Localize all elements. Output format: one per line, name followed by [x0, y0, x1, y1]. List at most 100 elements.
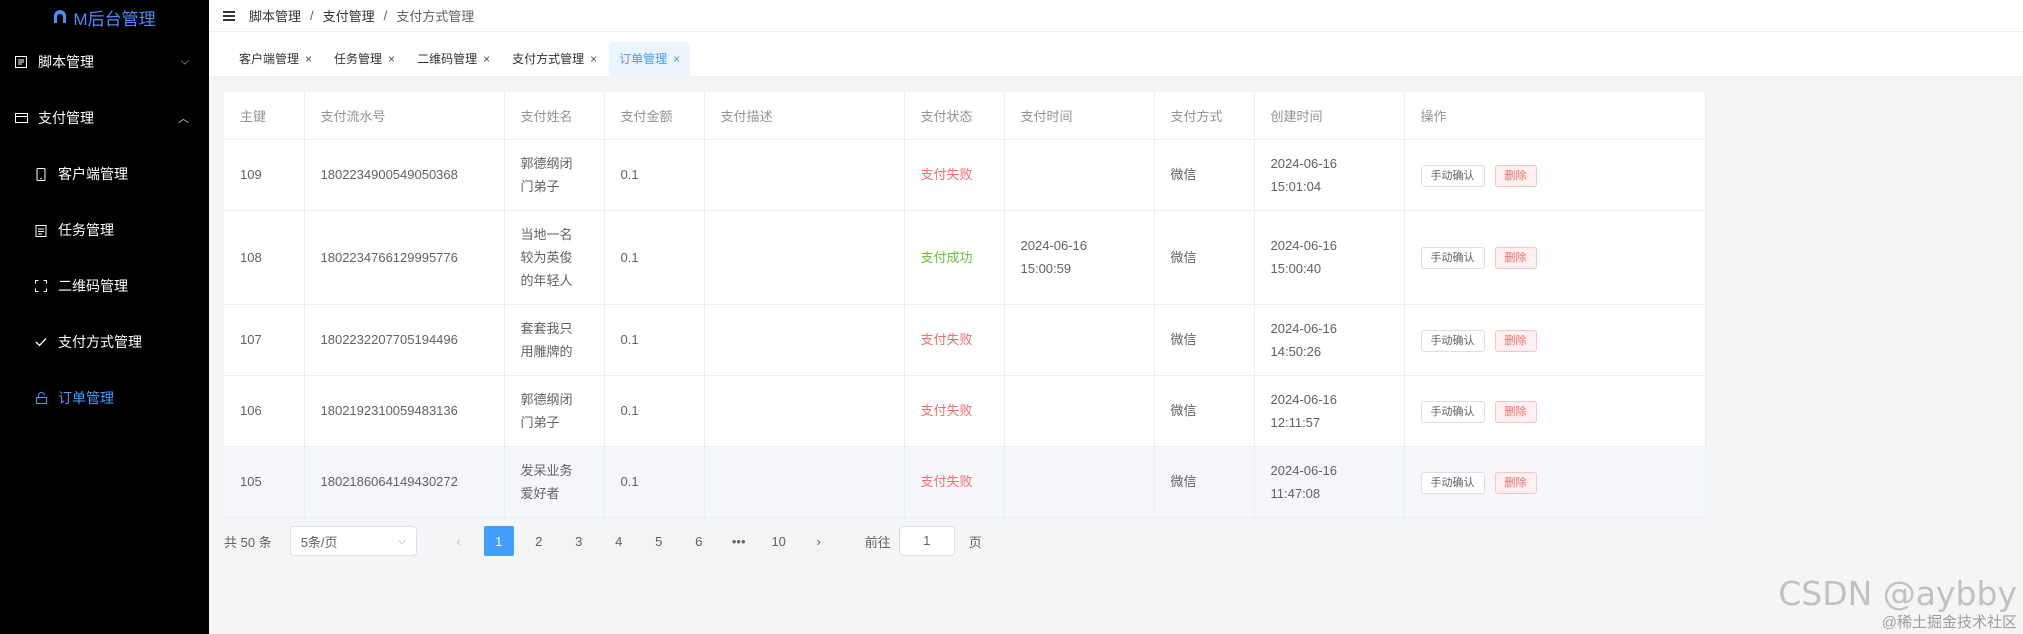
- delete-button[interactable]: 删除: [1494, 329, 1537, 352]
- tab-qrcode[interactable]: 二维码管理 ×: [407, 42, 500, 76]
- check-icon: [34, 335, 48, 349]
- cell-time: 15:01:04: [1270, 178, 1322, 194]
- confirm-button[interactable]: 手动确认: [1420, 247, 1485, 269]
- sidebar-item-qrcode[interactable]: 二维码管理: [0, 258, 209, 314]
- column-header: 支付姓名: [504, 92, 605, 140]
- page-button[interactable]: 6: [683, 526, 714, 556]
- cell-pay-time: 2024-06-16 15:00:59: [1004, 210, 1155, 305]
- page-button[interactable]: 3: [563, 526, 594, 556]
- more-pages-button[interactable]: •••: [723, 526, 754, 556]
- breadcrumb-separator: /: [383, 8, 388, 23]
- cell-actions: 手动确认 删除: [1404, 304, 1706, 376]
- cell-created: 2024-06-16 12:11:57: [1254, 375, 1405, 447]
- sidebar-item-payment-method[interactable]: 支付方式管理: [0, 314, 209, 370]
- cell-amount: 0.1: [604, 139, 705, 211]
- page-button[interactable]: 2: [523, 526, 554, 556]
- cell-amount: 0.1: [604, 210, 705, 305]
- close-icon[interactable]: ×: [483, 52, 490, 66]
- breadcrumb-item[interactable]: 脚本管理: [249, 6, 301, 25]
- page-size-select[interactable]: 5条/页 ⌵: [289, 526, 417, 556]
- table-row: 108 1802234766129995776 当地一名 较为英俊 的年轻人 0.1…: [224, 210, 1706, 305]
- cell-serial: 1802234900549050368: [304, 139, 505, 211]
- script-icon: [14, 55, 28, 69]
- column-header: 支付状态: [904, 92, 1005, 140]
- lock-icon: [34, 391, 48, 405]
- column-header: 支付方式: [1154, 92, 1255, 140]
- cell-serial: 1802186064149430272: [304, 446, 505, 518]
- cell-pay-time: [1004, 446, 1155, 518]
- cell-time: 12:11:57: [1270, 414, 1321, 430]
- page-button[interactable]: 1: [483, 526, 514, 556]
- cell-time: 15:00:59: [1020, 261, 1072, 276]
- column-header: 支付流水号: [304, 92, 505, 140]
- cell-desc: [704, 210, 905, 305]
- close-icon[interactable]: ×: [305, 52, 312, 66]
- delete-button[interactable]: 删除: [1494, 400, 1537, 423]
- page-button[interactable]: 4: [603, 526, 634, 556]
- table-row: 109 1802234900549050368 郭德纲闭 门弟子 0.1 支付失败…: [224, 139, 1706, 211]
- confirm-button[interactable]: 手动确认: [1420, 164, 1485, 187]
- cell-pay-time: [1004, 304, 1155, 376]
- sidebar-item-label: 二维码管理: [58, 278, 128, 294]
- cell-actions: 手动确认 删除: [1404, 139, 1706, 211]
- prev-page-button[interactable]: ‹: [443, 526, 474, 556]
- column-header: 创建时间: [1254, 92, 1405, 140]
- sidebar-item-client[interactable]: 客户端管理: [0, 146, 209, 202]
- cell-time: 14:50:26: [1270, 343, 1322, 359]
- cell-desc: [704, 304, 905, 376]
- tab-bar: 客户端管理 × 任务管理 × 二维码管理 × 支付方式管理 × 订单管理 ×: [209, 41, 2023, 77]
- cell-time: 15:00:40: [1270, 261, 1322, 276]
- sidebar-item-label: 订单管理: [58, 390, 114, 406]
- tab-orders[interactable]: 订单管理 ×: [609, 41, 691, 76]
- cell-serial: 1802192310059483136: [304, 375, 505, 447]
- close-icon[interactable]: ×: [673, 52, 680, 66]
- delete-button[interactable]: 删除: [1494, 164, 1537, 187]
- tab-client[interactable]: 客户端管理 ×: [229, 42, 322, 76]
- app-logo[interactable]: M后台管理: [0, 0, 209, 34]
- next-page-button[interactable]: ›: [803, 526, 834, 556]
- cell-name: 发呆业务 爱好者: [504, 446, 605, 518]
- cell-date: 2024-06-16: [1020, 238, 1088, 253]
- cell-desc: [704, 446, 905, 518]
- top-header: 脚本管理 / 支付管理 / 支付方式管理: [209, 0, 2023, 32]
- phone-icon: [34, 167, 48, 181]
- cell-created: 2024-06-16 11:47:08: [1254, 446, 1405, 518]
- sidebar-item-label: 任务管理: [58, 222, 114, 238]
- sidebar-item-task[interactable]: 任务管理: [0, 202, 209, 258]
- cell-date: 2024-06-16: [1270, 462, 1338, 478]
- column-header: 支付描述: [704, 92, 905, 140]
- chevron-down-icon: ⌵: [398, 535, 406, 547]
- sidebar-item-orders[interactable]: 订单管理: [0, 370, 209, 426]
- menu-toggle-icon[interactable]: [223, 10, 235, 21]
- confirm-button[interactable]: 手动确认: [1420, 471, 1485, 494]
- delete-button[interactable]: 删除: [1494, 471, 1537, 494]
- table-row: 107 1802232207705194496 套套我只 用雕牌的 0.1 支付失…: [224, 304, 1706, 376]
- close-icon[interactable]: ×: [388, 52, 395, 66]
- close-icon[interactable]: ×: [590, 52, 597, 66]
- cell-name-line: 郭德纲闭: [520, 155, 573, 171]
- goto-page-input[interactable]: 1: [898, 526, 955, 556]
- cell-name-line: 郭德纲闭: [520, 391, 573, 407]
- confirm-button[interactable]: 手动确认: [1420, 400, 1485, 423]
- page-button[interactable]: 5: [643, 526, 674, 556]
- column-header: 主键: [224, 92, 305, 140]
- cell-name-line: 发呆业务: [520, 462, 573, 478]
- page-button[interactable]: 10: [763, 526, 794, 556]
- breadcrumb-item[interactable]: 支付管理: [323, 6, 375, 25]
- cell-amount: 0.1: [604, 446, 705, 518]
- tab-payment-method[interactable]: 支付方式管理 ×: [502, 42, 607, 76]
- cell-created: 2024-06-16 15:00:40: [1254, 210, 1405, 305]
- column-header: 支付时间: [1004, 92, 1155, 140]
- confirm-button[interactable]: 手动确认: [1420, 329, 1485, 352]
- table-row: 106 1802192310059483136 郭德纲闭 门弟子 0.1 支付失败…: [224, 375, 1706, 447]
- sidebar-item-label: 客户端管理: [58, 166, 128, 182]
- menu-item-script[interactable]: 脚本管理 ⌵: [0, 34, 209, 90]
- status-badge: 支付失败: [904, 446, 1005, 518]
- tab-task[interactable]: 任务管理 ×: [324, 42, 405, 76]
- delete-button[interactable]: 删除: [1494, 247, 1537, 269]
- cell-date: 2024-06-16: [1270, 391, 1338, 407]
- menu-item-label: 支付管理: [38, 110, 94, 126]
- menu-item-payment[interactable]: 支付管理 ︿: [0, 90, 209, 146]
- tab-label: 订单管理: [619, 52, 668, 66]
- cell-amount: 0.1: [604, 304, 705, 376]
